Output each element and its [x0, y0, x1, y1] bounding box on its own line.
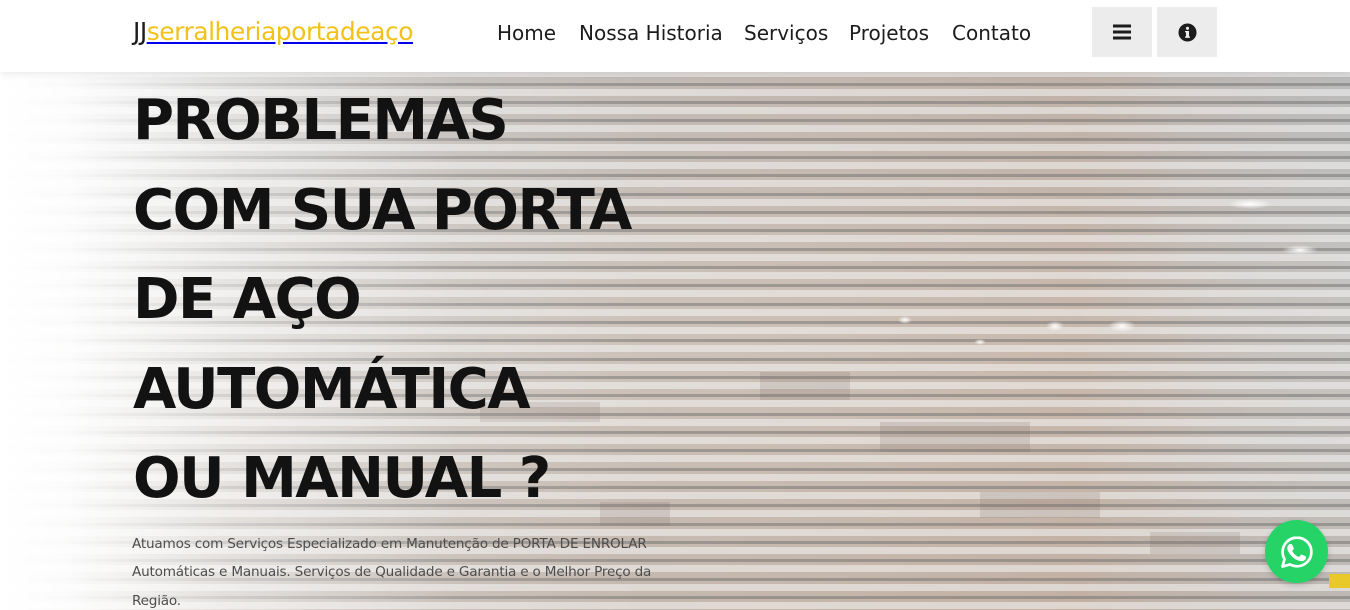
headline-line-5: OU MANUAL ? — [133, 446, 551, 511]
headline-line-1: PROBLEMAS — [133, 88, 509, 153]
whatsapp-icon — [1280, 535, 1313, 568]
nav-projetos[interactable]: Projetos — [849, 20, 929, 46]
hamburger-menu-icon — [1113, 24, 1131, 40]
hero-description: Atuamos com Serviços Especializado em Ma… — [132, 536, 652, 609]
site-header: JJserralheriaportadeaço Home Nossa Histo… — [0, 0, 1350, 72]
logo-prefix: JJ — [133, 17, 147, 46]
nav-contato[interactable]: Contato — [952, 20, 1031, 46]
info-circle-icon — [1177, 22, 1197, 42]
menu-button[interactable] — [1092, 7, 1152, 57]
headline-line-3: DE AÇO — [133, 267, 362, 332]
nav-home[interactable]: Home — [497, 20, 556, 46]
headline-line-4: AUTOMÁTICA — [133, 356, 531, 422]
corner-yellow-tag — [1329, 574, 1350, 588]
whatsapp-button[interactable] — [1265, 520, 1328, 583]
nav-nossa-historia[interactable]: Nossa Historia — [579, 20, 723, 46]
nav-servicos[interactable]: Serviços — [744, 20, 828, 46]
site-logo[interactable]: JJserralheriaportadeaço — [133, 16, 413, 48]
headline-line-2: COM SUA PORTA — [133, 177, 632, 243]
hero-headline: PROBLEMAS COM SUA PORTA DE AÇO AUTOMÁTIC… — [133, 76, 733, 524]
hero-section: PROBLEMAS COM SUA PORTA DE AÇO AUTOMÁTIC… — [0, 72, 1350, 610]
info-button[interactable] — [1157, 7, 1217, 57]
logo-suffix: serralheriaportadeaço — [146, 17, 414, 46]
